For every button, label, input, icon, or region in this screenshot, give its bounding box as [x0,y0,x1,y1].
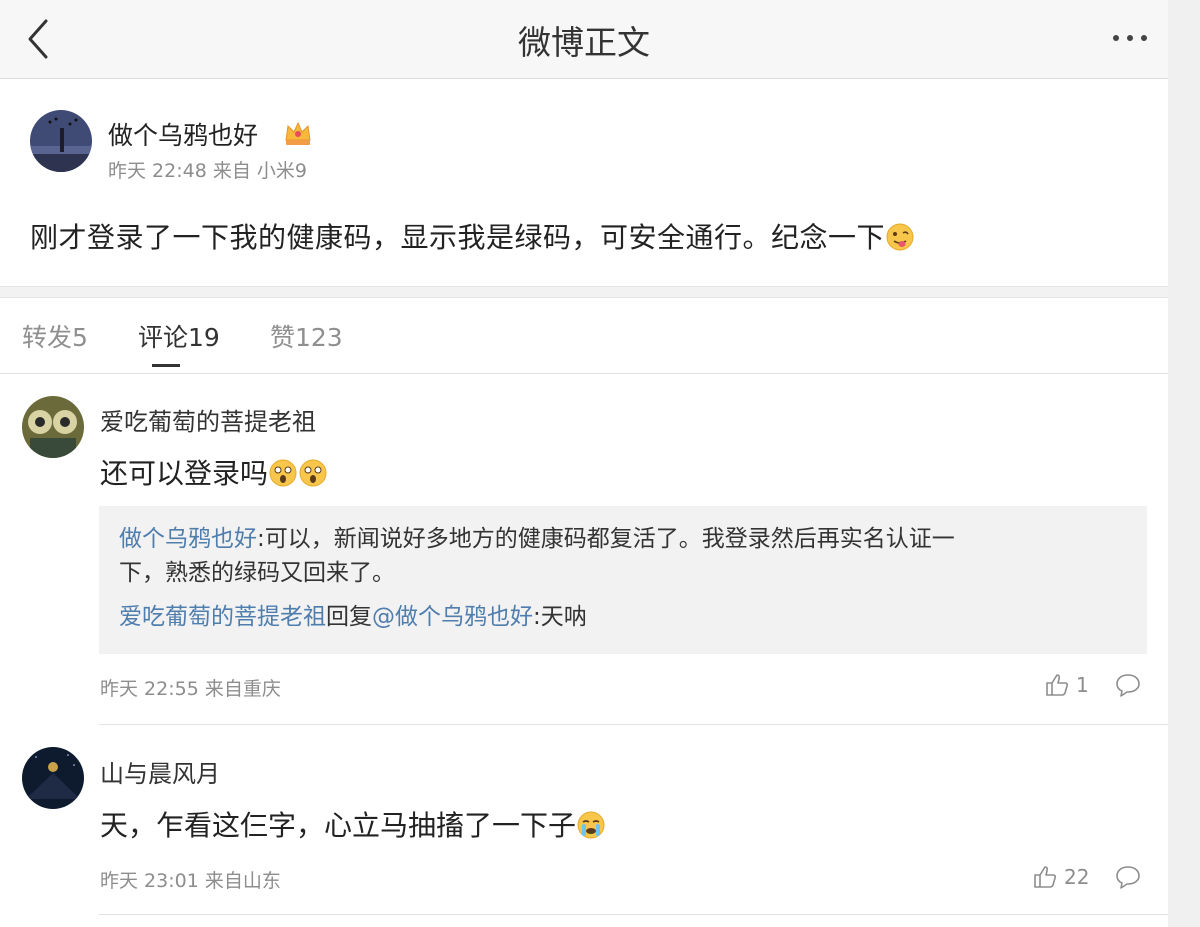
top-navigation-bar: 微博正文 [0,0,1168,79]
comment-author[interactable]: 爱吃葡萄的菩提老祖 [100,402,316,437]
comment-body: 还可以登录吗 [100,457,269,490]
comment-text: 还可以登录吗 [100,452,328,495]
post-content: 刚才登录了一下我的健康码，显示我是绿码，可安全通行。纪念一下 [30,216,915,259]
page-title: 微博正文 [518,23,650,62]
thumbs-up-icon [1046,674,1069,696]
post-meta: 昨天 22:48 来自 小米9 [108,156,307,183]
comment-icon [1116,674,1140,697]
like-count: 22 [1064,865,1090,889]
reply-text: :天呐 [533,604,587,630]
reply-author-link[interactable]: 爱吃葡萄的菩提老祖 [119,604,326,630]
comment-icon [1116,866,1140,889]
comment-avatar[interactable] [22,396,84,458]
comment-meta: 昨天 23:01 来自山东 [100,870,281,892]
shocked-emoji [268,458,298,495]
reply-thread[interactable]: 做个乌鸦也好:可以，新闻说好多地方的健康码都复活了。我登录然后再实名认证一 下，… [99,506,1147,654]
reply-item: 做个乌鸦也好:可以，新闻说好多地方的健康码都复活了。我登录然后再实名认证一 [119,523,955,556]
tab-reposts[interactable]: 转发5 [22,318,88,354]
comment-meta: 昨天 22:55 来自重庆 [100,678,281,700]
right-edge-strip [1168,0,1200,927]
post-source: 来自 小米9 [212,160,307,182]
reply-button[interactable] [1114,863,1142,891]
more-button[interactable] [1108,20,1152,56]
comment-author[interactable]: 山与晨风月 [100,754,220,789]
post-time: 昨天 22:48 [108,160,207,182]
comment-text: 天，乍看这仨字，心立马抽搐了一下子 [100,804,606,847]
comment-divider [99,724,1168,725]
reply-mention-link[interactable]: @做个乌鸦也好 [372,604,533,630]
more-icon [1113,35,1147,41]
reply-text: :可以，新闻说好多地方的健康码都复活了。我登录然后再实名认证一 [257,526,955,552]
post-text: 刚才登录了一下我的健康码，显示我是绿码，可安全通行。纪念一下 [30,221,886,254]
crown-icon [283,118,313,148]
reply-button[interactable] [1114,671,1142,699]
shocked-emoji [298,458,328,495]
reply-verb: 回复 [326,604,372,630]
post-author-name[interactable]: 做个乌鸦也好 [108,116,258,152]
active-tab-indicator [152,364,180,367]
reply-item: 爱吃葡萄的菩提老祖回复@做个乌鸦也好:天呐 [119,601,587,634]
like-button[interactable]: 22 [1032,863,1089,891]
thumbs-up-icon [1034,866,1057,888]
crying-emoji [576,810,606,847]
tab-divider [0,373,1168,374]
tab-comments[interactable]: 评论19 [138,318,220,354]
comment-avatar[interactable] [22,747,84,809]
section-gap [0,286,1168,298]
comment-body: 天，乍看这仨字，心立马抽搐了一下子 [100,809,577,842]
reply-author-link[interactable]: 做个乌鸦也好 [119,526,257,552]
like-button[interactable]: 1 [1044,671,1089,699]
like-count: 1 [1076,673,1089,697]
tab-likes[interactable]: 赞123 [270,318,343,354]
comment-divider [99,914,1168,915]
tongue-emoji [885,222,915,259]
post-author-avatar[interactable] [30,110,92,172]
reply-text-continued: 下，熟悉的绿码又回来了。 [119,560,395,586]
